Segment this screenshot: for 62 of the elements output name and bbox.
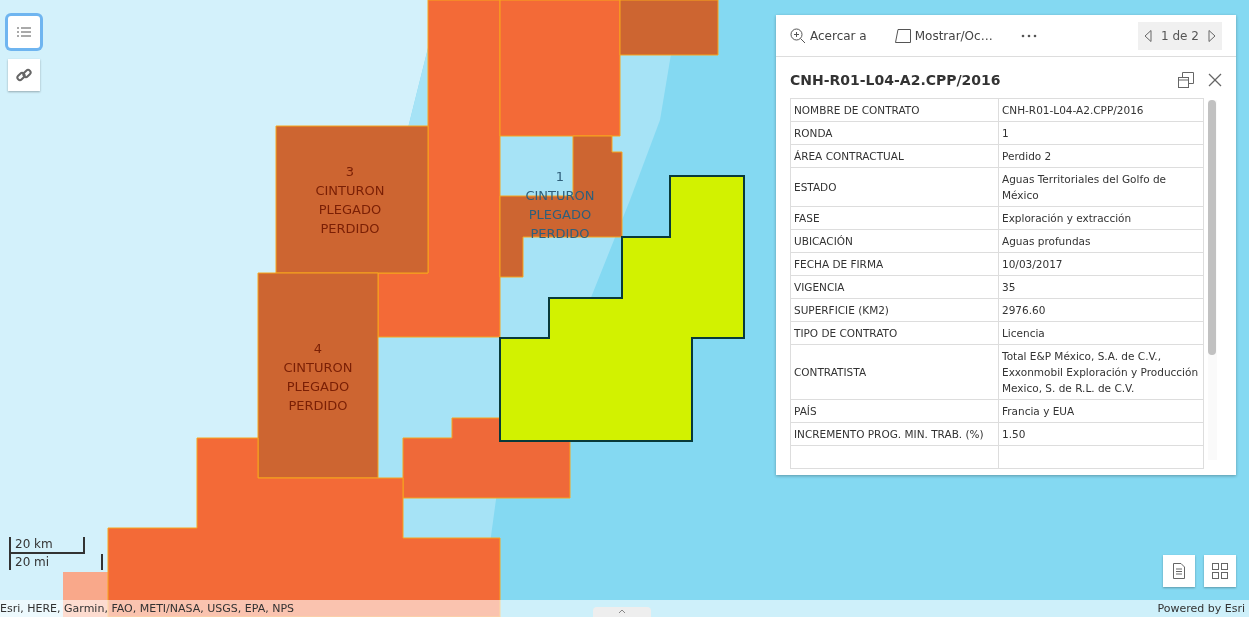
field-name-cell: PAÍS	[790, 399, 999, 423]
previous-button[interactable]	[1144, 29, 1152, 42]
map-label-number: 3	[344, 163, 356, 181]
field-value-cell: Exploración y extracción	[998, 206, 1204, 230]
chevron-icon	[619, 609, 625, 615]
field-value-cell: 1	[998, 121, 1204, 145]
scale-bar-metric: 20 km	[9, 537, 85, 554]
field-name-cell: RONDA	[790, 121, 999, 145]
zoom-in-icon	[790, 27, 806, 44]
share-link-button[interactable]	[8, 59, 40, 91]
powered-by-text[interactable]: Powered by Esri	[1157, 602, 1245, 615]
triangle-left-icon	[1144, 29, 1152, 42]
triangle-right-icon	[1208, 29, 1216, 42]
map-label: CINTURON PLEGADO PERDIDO	[314, 182, 386, 238]
close-button[interactable]	[1208, 73, 1222, 87]
field-name-cell: NOMBRE DE CONTRATO	[790, 98, 999, 122]
basemap-gallery-button[interactable]	[1204, 555, 1236, 587]
popup-title: CNH-R01-L04-A2.CPP/2016	[790, 72, 1002, 88]
field-name-cell: UBICACIÓN	[790, 229, 999, 253]
field-name-cell: INCREMENTO PROG. MIN. TRAB. (%)	[790, 422, 999, 446]
more-options-button[interactable]	[1020, 33, 1037, 38]
field-name-cell: FECHA DE FIRMA	[790, 252, 999, 276]
panel-toggle-handle[interactable]	[593, 607, 651, 617]
field-name-cell: SUPERFICIE (KM2)	[790, 298, 999, 322]
next-button[interactable]	[1208, 29, 1216, 42]
field-value-cell: Aguas profundas	[998, 229, 1204, 253]
field-value-cell: CNH-R01-L04-A2.CPP/2016	[998, 98, 1204, 122]
map-label-number: 4	[312, 340, 324, 358]
field-value-cell: Total E&P México, S.A. de C.V., Exxonmobil Exploración y Producción Mexico, S. de R.L. de C.V.	[998, 344, 1204, 400]
field-name-cell: VIGENCIA	[790, 275, 999, 299]
close-icon	[1208, 73, 1222, 87]
link-icon	[16, 67, 32, 83]
grid-icon	[1212, 563, 1228, 579]
page-indicator: 1 de 2	[1161, 28, 1199, 43]
field-value-cell: 35	[998, 275, 1204, 299]
field-value-cell: 10/03/2017	[998, 252, 1204, 276]
field-name-cell: ESTADO	[790, 167, 999, 207]
toggle-button[interactable]: Mostrar/Oc…	[894, 28, 993, 43]
attribute-table-button[interactable]	[1163, 555, 1195, 587]
field-name-cell: FASE	[790, 206, 999, 230]
shape-icon	[894, 28, 911, 43]
field-name-cell: TIPO DE CONTRATO	[790, 321, 999, 345]
document-icon	[1173, 563, 1185, 579]
dock-button[interactable]	[1178, 72, 1194, 88]
list-icon	[17, 27, 31, 37]
scrollbar[interactable]	[1208, 100, 1217, 460]
zoom-to-button[interactable]: Acercar a	[790, 27, 867, 44]
more-icon	[1020, 33, 1037, 38]
map-label-number: 1	[554, 168, 566, 186]
scale-bar-imperial: 20 mi	[9, 554, 103, 570]
map-attribution: Esri, HERE, Garmin, FAO, METI/NASA, USGS, EPA, NPS	[0, 602, 295, 615]
map-label: CINTURON PLEGADO PERDIDO	[282, 359, 354, 415]
field-value-cell: Francia y EUA	[998, 399, 1204, 423]
dock-icon	[1178, 72, 1194, 88]
scrollbar-thumb[interactable]	[1208, 100, 1216, 355]
field-name-cell: ÁREA CONTRACTUAL	[790, 144, 999, 168]
field-value-cell: 1.50	[998, 422, 1204, 446]
field-value-cell: 2976.60	[998, 298, 1204, 322]
field-value-cell: Perdido 2	[998, 144, 1204, 168]
field-value-cell: Aguas Territoriales del Golfo de México	[998, 167, 1204, 207]
field-name-cell: CONTRATISTA	[790, 344, 999, 400]
field-value-cell: Licencia	[998, 321, 1204, 345]
